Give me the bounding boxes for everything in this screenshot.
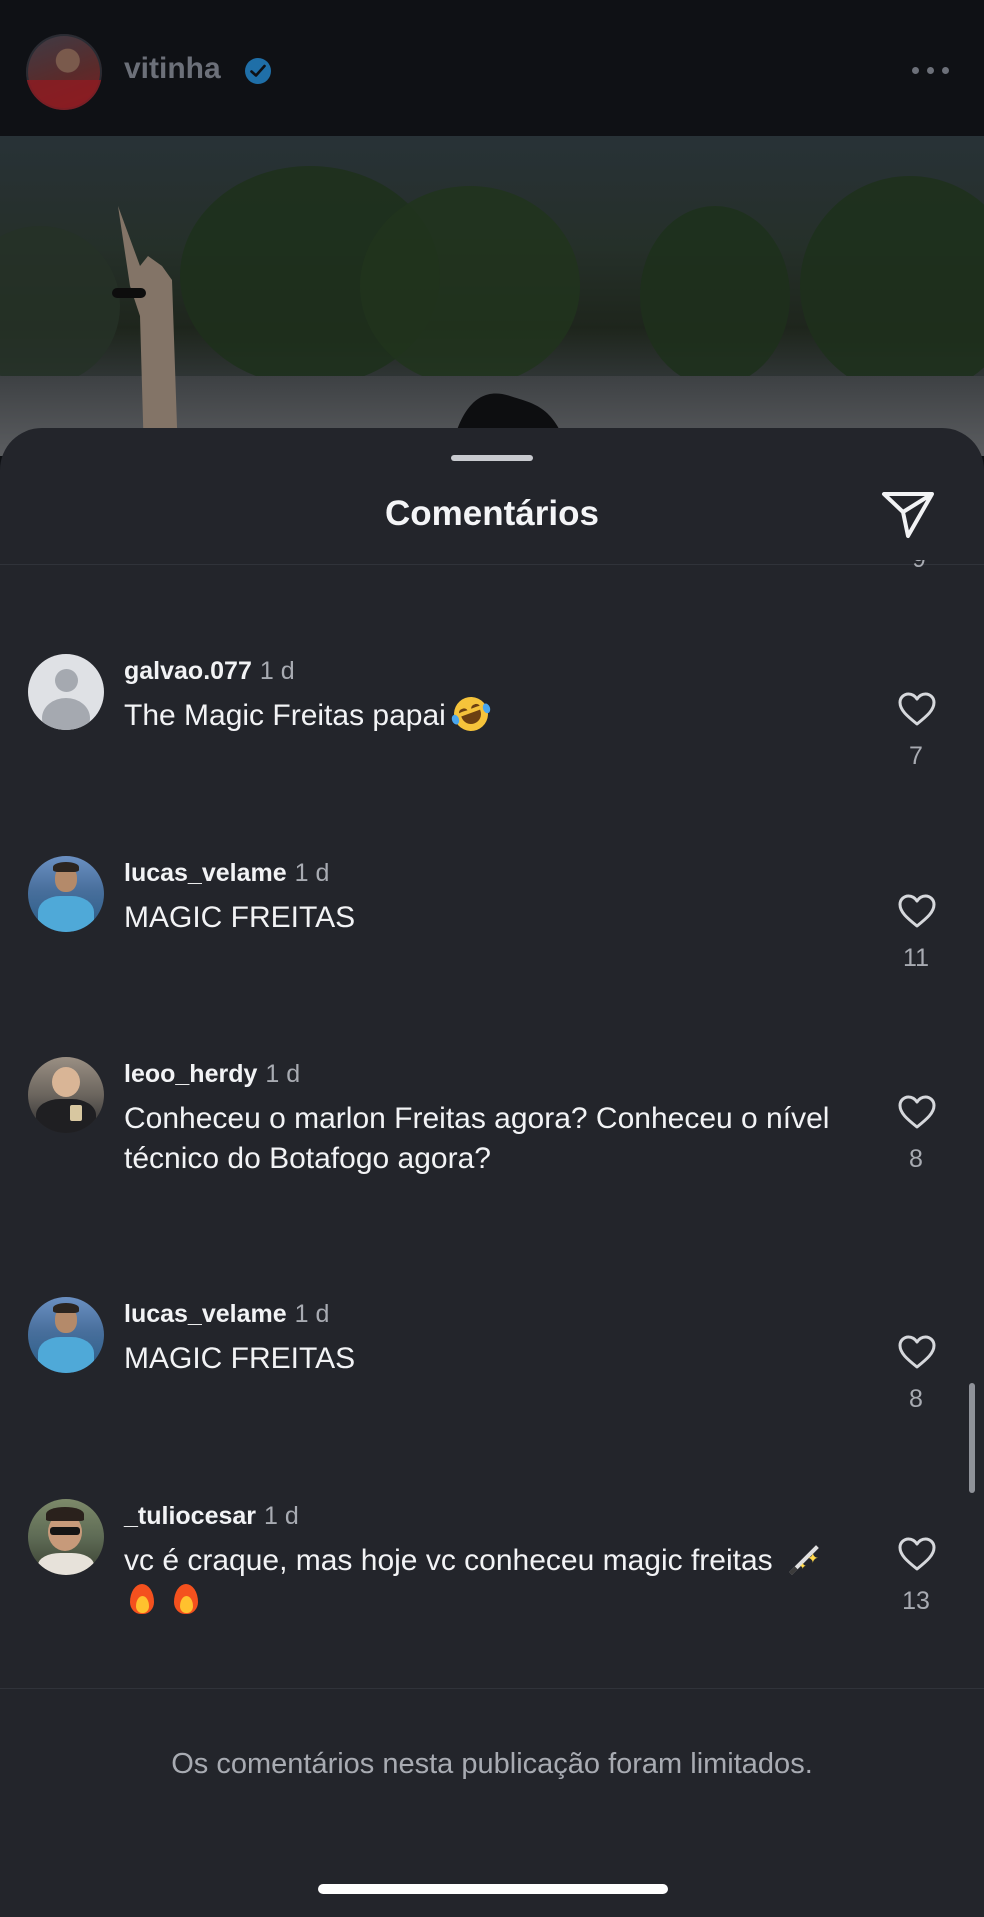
send-icon[interactable] [880, 488, 936, 540]
sheet-title: Comentários [385, 494, 599, 533]
like-count: 7 [909, 742, 923, 770]
heart-icon[interactable] [897, 1535, 937, 1575]
comments-limited-notice: Os comentários nesta publicação foram li… [171, 1748, 813, 1780]
comment-text: MAGIC FREITAS [124, 901, 356, 934]
comment-text: MAGIC FREITAS [124, 1342, 356, 1375]
scrollbar[interactable] [969, 1383, 975, 1493]
comment-username[interactable]: leoo_herdy [124, 1060, 257, 1088]
comment-text-block: vc é craque, mas hoje vc conheceu magic … [124, 1541, 844, 1621]
like-count: 11 [903, 944, 929, 972]
avatar[interactable] [28, 1499, 104, 1575]
comment-text-block: The Magic Freitas papai [124, 692, 844, 736]
post-image [0, 136, 984, 456]
header-divider [0, 564, 984, 565]
avatar[interactable] [28, 856, 104, 932]
comments-sheet: Comentários 9 galvao.0771 d The Magic Fr… [0, 428, 984, 1917]
like-count: 9 [908, 560, 930, 578]
heart-icon[interactable] [897, 690, 937, 730]
heart-icon[interactable] [897, 1093, 937, 1133]
comment-time: 1 d [264, 1502, 299, 1530]
comment-time: 1 d [259, 657, 295, 685]
like-count: 13 [902, 1587, 930, 1615]
comment-time: 1 d [294, 859, 330, 887]
like-count: 8 [909, 1385, 923, 1413]
fire-emoji [168, 1582, 204, 1616]
author-username[interactable]: vitinha [124, 52, 221, 86]
comment-username[interactable]: galvao.077 [124, 657, 252, 685]
comment-username[interactable]: _tuliocesar [124, 1502, 256, 1530]
more-horizontal-icon[interactable] [912, 66, 952, 76]
heart-icon[interactable] [897, 892, 937, 932]
home-indicator[interactable] [318, 1884, 668, 1894]
comment-text: Conheceu o marlon Freitas agora? Conhece… [124, 1102, 830, 1175]
comment-time: 1 d [265, 1060, 301, 1088]
avatar[interactable] [28, 1057, 104, 1133]
comment-text: vc é craque, mas hoje vc conheceu magic … [124, 1544, 773, 1577]
comment-time: 1 d [294, 1300, 330, 1328]
rolling-on-floor-laughing-emoji [449, 692, 493, 736]
magic-wand-emoji: ✦ ✦ [781, 1542, 819, 1576]
verified-badge-icon [245, 58, 271, 84]
sheet-drag-handle[interactable] [451, 455, 533, 461]
fire-emoji [124, 1582, 160, 1616]
comment-username[interactable]: lucas_velame [124, 1300, 287, 1328]
footer-divider [0, 1688, 984, 1689]
comment-text: The Magic Freitas papai [124, 699, 446, 732]
avatar[interactable] [28, 1297, 104, 1373]
heart-icon[interactable] [897, 1333, 937, 1373]
author-avatar[interactable] [26, 34, 102, 110]
avatar[interactable] [28, 654, 104, 730]
comment-username[interactable]: lucas_velame [124, 859, 287, 887]
like-count: 8 [909, 1145, 923, 1173]
post-header: vitinha [0, 0, 984, 136]
